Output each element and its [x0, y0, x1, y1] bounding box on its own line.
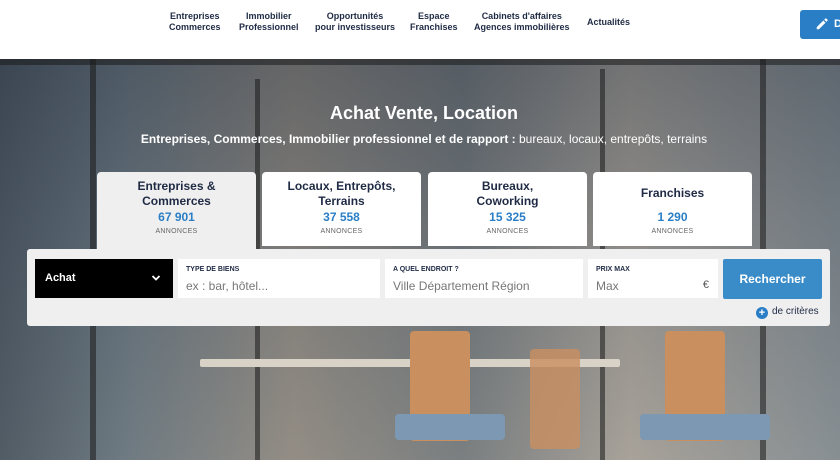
transaction-type-select[interactable]: Achat — [35, 259, 173, 298]
property-type-input[interactable] — [186, 279, 372, 293]
nav-item-espace-franchises[interactable]: Espace Franchises — [410, 11, 458, 33]
property-type-field: TYPE DE BIENS — [178, 259, 380, 298]
background-photo-chair-seat — [395, 414, 505, 440]
location-field: A QUEL ENDROIT ? — [385, 259, 583, 298]
background-photo-frame — [0, 59, 840, 65]
hero-section: Achat Vente, Location Entreprises, Comme… — [0, 59, 840, 460]
nav-item-cabinets-agences[interactable]: Cabinets d'affaires Agences immobilières — [474, 11, 570, 33]
max-price-field: PRIX MAX € — [588, 259, 718, 298]
nav-item-actualites[interactable]: Actualités — [587, 11, 630, 28]
pencil-icon — [816, 18, 828, 30]
location-input[interactable] — [393, 279, 575, 293]
max-price-input[interactable] — [596, 279, 686, 293]
deposer-annonce-button[interactable]: D — [800, 10, 840, 39]
search-button[interactable]: Rechercher — [723, 259, 822, 299]
nav-item-entreprises-commerces[interactable]: Entreprises Commerces — [169, 11, 221, 33]
more-criteria-link[interactable]: + de critères — [756, 306, 819, 319]
plus-circle-icon: + — [756, 307, 768, 319]
background-photo-chair-seat — [640, 414, 770, 440]
nav-item-opportunites[interactable]: Opportunités pour investisseurs — [315, 11, 395, 33]
tab-locaux-entrepots-terrains[interactable]: Locaux, Entrepôts, Terrains 37 558 ANNON… — [262, 172, 421, 246]
site-header: Entreprises Commerces Immobilier Profess… — [0, 0, 840, 59]
hero-title: Achat Vente, Location — [329, 103, 519, 123]
tab-entreprises-commerces[interactable]: Entreprises & Commerces 67 901 ANNONCES — [97, 172, 256, 252]
nav-item-immobilier-professionnel[interactable]: Immobilier Professionnel — [239, 11, 299, 33]
hero-subtitle: Entreprises, Commerces, Immobilier profe… — [140, 132, 708, 146]
tab-franchises[interactable]: Franchises 1 290 ANNONCES — [593, 172, 752, 246]
currency-symbol: € — [702, 279, 709, 291]
tab-bureaux-coworking[interactable]: Bureaux, Coworking 15 325 ANNONCES — [428, 172, 587, 246]
chevron-down-icon — [151, 275, 161, 281]
search-panel: Achat TYPE DE BIENS A QUEL ENDROIT ? PRI… — [27, 249, 830, 326]
background-photo-chair — [530, 349, 580, 449]
